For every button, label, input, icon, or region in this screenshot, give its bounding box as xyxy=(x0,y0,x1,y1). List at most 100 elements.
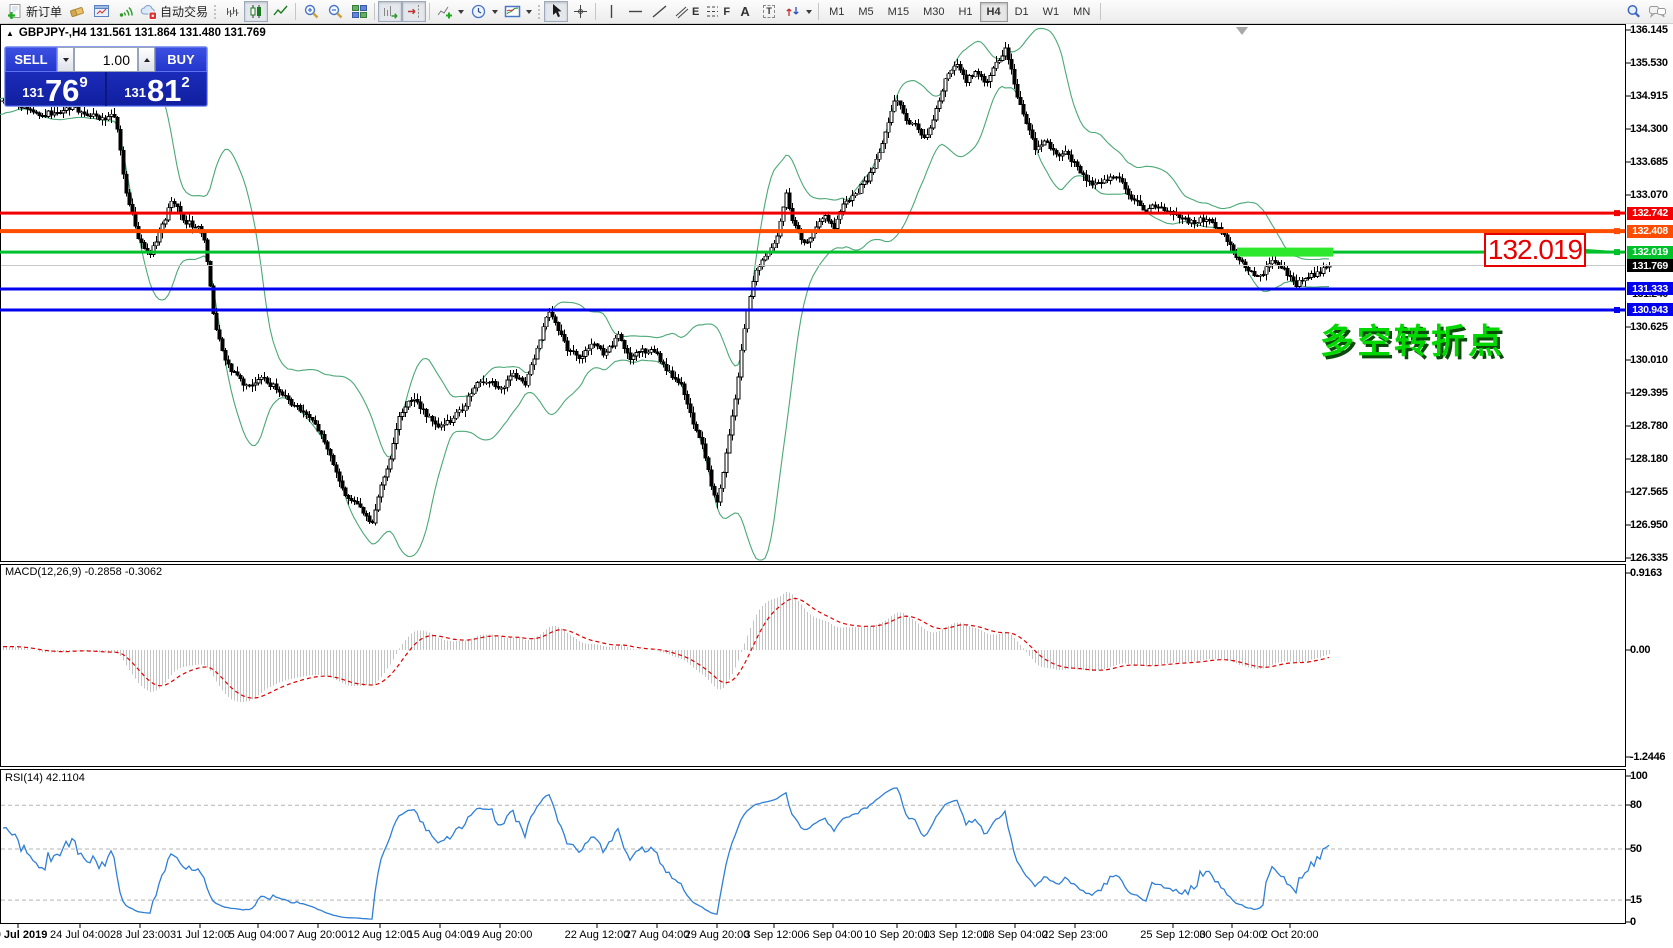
timeframe-m30[interactable]: M30 xyxy=(916,2,951,22)
crosshair-button[interactable] xyxy=(568,1,592,22)
chart-shift-icon xyxy=(406,3,423,20)
horizontal-level-line[interactable] xyxy=(0,288,1625,291)
price-line-badge: 131.333 xyxy=(1627,282,1673,295)
level-line-marker[interactable] xyxy=(1614,307,1620,313)
price-callout-132019[interactable]: 132.019 xyxy=(1484,233,1586,267)
fibonacci-tool-button[interactable]: F xyxy=(702,1,733,22)
price-scale-label: 135.530 xyxy=(1630,57,1673,69)
price-scale-label: 126.950 xyxy=(1630,519,1673,531)
line-chart-icon xyxy=(272,3,289,20)
rsi-scale-label: 50 xyxy=(1630,843,1673,855)
horizontal-line-tool-button[interactable] xyxy=(623,1,647,22)
volume-up-button[interactable] xyxy=(138,47,155,72)
price-scale-label: 128.780 xyxy=(1630,420,1673,432)
cursor-icon xyxy=(548,3,565,20)
candlestick-chart-type-button[interactable] xyxy=(244,1,268,22)
horizontal-level-line[interactable] xyxy=(0,251,1625,254)
toolbar-drag-handle[interactable] xyxy=(213,4,218,20)
label-tool-button[interactable]: T xyxy=(757,1,781,22)
highlight-segment[interactable] xyxy=(1237,248,1333,257)
chart-shift-button[interactable] xyxy=(402,1,426,22)
new-chart-button[interactable] xyxy=(89,1,113,22)
zoom-out-button[interactable] xyxy=(323,1,347,22)
timeframe-h1[interactable]: H1 xyxy=(951,2,979,22)
horizontal-level-line[interactable] xyxy=(0,212,1625,215)
time-axis-label: 25 Sep 12:00 xyxy=(1140,929,1205,941)
sell-price[interactable]: 131 76 9 xyxy=(5,72,107,106)
arrows-icon xyxy=(784,3,801,20)
price-line-badge: 132.742 xyxy=(1627,207,1673,220)
rsi-label: RSI(14) 42.1104 xyxy=(5,772,85,784)
channel-letter: E xyxy=(692,6,699,18)
toolbar-drag-handle[interactable] xyxy=(537,4,542,20)
timeframe-m1[interactable]: M1 xyxy=(822,2,851,22)
time-axis-label: 15 Aug 04:00 xyxy=(408,929,473,941)
level-line-marker[interactable] xyxy=(1614,228,1620,234)
volume-input[interactable]: 1.00 xyxy=(74,47,138,72)
auto-scroll-icon xyxy=(382,3,399,20)
timeframe-h4[interactable]: H4 xyxy=(980,2,1008,22)
auto-trading-label: 自动交易 xyxy=(160,3,208,20)
auto-scroll-button[interactable] xyxy=(378,1,402,22)
annotation-text: 多空转折点 xyxy=(1320,314,1505,363)
signals-button[interactable] xyxy=(113,1,137,22)
horizontal-level-line[interactable] xyxy=(0,229,1625,233)
styler-button[interactable] xyxy=(65,1,89,22)
zoom-in-icon xyxy=(303,3,320,20)
trendline-tool-button[interactable] xyxy=(647,1,671,22)
period-button[interactable] xyxy=(467,1,501,22)
template-button[interactable] xyxy=(501,1,535,22)
add-indicator-icon xyxy=(436,3,453,20)
time-axis-label: 31 Jul 12:00 xyxy=(170,929,230,941)
line-chart-type-button[interactable] xyxy=(268,1,292,22)
chart-window-icon xyxy=(93,3,110,20)
time-axis-label: 30 Sep 04:00 xyxy=(1199,929,1264,941)
level-line-marker[interactable] xyxy=(1614,210,1620,216)
autotrading-cloud-icon xyxy=(140,3,157,20)
search-button[interactable] xyxy=(1621,1,1645,22)
tile-windows-button[interactable] xyxy=(347,1,371,22)
buy-button[interactable]: BUY xyxy=(155,47,207,72)
price-scale-label: 130.010 xyxy=(1630,354,1673,366)
add-indicator-button[interactable] xyxy=(433,1,467,22)
auto-trading-button[interactable]: 自动交易 xyxy=(137,1,211,22)
price-scale-label: 136.145 xyxy=(1630,24,1673,36)
price-scale-label: 129.395 xyxy=(1630,387,1673,399)
channel-tool-button[interactable]: E xyxy=(671,1,702,22)
price-line-badge: 132.019 xyxy=(1627,246,1673,259)
new-order-button[interactable]: 新订单 xyxy=(3,1,65,22)
vertical-line-tool-button[interactable] xyxy=(599,1,623,22)
buy-price[interactable]: 131 81 2 xyxy=(107,72,207,106)
sell-price-figure: 131 xyxy=(22,85,44,100)
candlestick-icon xyxy=(248,3,265,20)
volume-down-button[interactable] xyxy=(57,47,74,72)
buy-price-figure: 131 xyxy=(124,85,146,100)
time-axis-label: 7 Aug 20:00 xyxy=(289,929,348,941)
triangle-down-icon xyxy=(63,58,69,62)
signal-icon xyxy=(117,3,134,20)
one-click-trade-panel: SELL 1.00 BUY 131 76 9 131 81 2 xyxy=(4,46,208,107)
timeframe-mn[interactable]: MN xyxy=(1066,2,1097,22)
panel-frame xyxy=(1,565,1626,767)
clock-icon xyxy=(470,3,487,20)
toolbar-separator xyxy=(595,3,596,20)
timeframe-d1[interactable]: D1 xyxy=(1008,2,1036,22)
price-scale-label: 126.335 xyxy=(1630,552,1673,564)
horizontal-level-line[interactable] xyxy=(0,309,1625,312)
sell-button[interactable]: SELL xyxy=(5,47,57,72)
cursor-button[interactable] xyxy=(544,1,568,22)
eraser-icon xyxy=(69,3,86,20)
chat-button[interactable] xyxy=(1645,1,1670,22)
timeframe-m5[interactable]: M5 xyxy=(851,2,880,22)
price-scale-label: 134.300 xyxy=(1630,123,1673,135)
fibonacci-icon xyxy=(705,3,720,20)
text-tool-button[interactable]: A xyxy=(733,1,757,22)
timeframe-w1[interactable]: W1 xyxy=(1036,2,1067,22)
price-chart-canvas[interactable] xyxy=(0,0,1673,948)
timeframe-m15[interactable]: M15 xyxy=(881,2,916,22)
bar-chart-type-button[interactable] xyxy=(220,1,244,22)
zoom-out-icon xyxy=(327,3,344,20)
zoom-in-button[interactable] xyxy=(299,1,323,22)
collapse-panel-icon[interactable]: ▲ xyxy=(6,29,14,38)
arrows-tool-button[interactable] xyxy=(781,1,815,22)
